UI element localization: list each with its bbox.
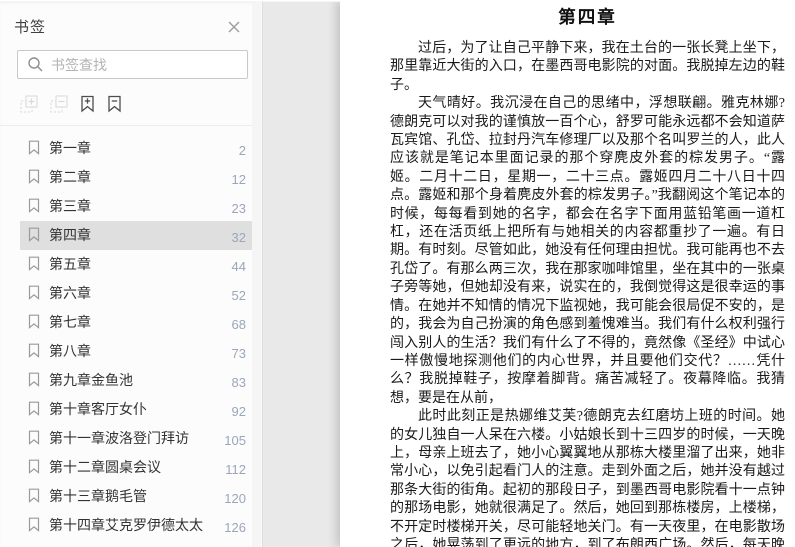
bookmark-page-number: 2 [238,143,246,158]
bookmark-label: 第十章客厅女仆 [49,401,147,417]
bookmark-label: 第一章 [49,140,91,156]
bookmark-list-item[interactable]: 第十章客厅女仆 92 [20,395,252,424]
bookmark-icon [28,227,40,247]
sidebar-header: 书签 [0,0,262,37]
bookmark-page-number: 12 [231,172,246,187]
bookmark-icon [28,430,40,450]
bookmark-icon [28,198,40,218]
bookmark-list-item[interactable]: 第四章 32 [20,221,252,250]
bookmark-label: 第七章 [49,314,91,330]
chapter-body: 过后，为了让自己平静下来，我在土台的一张长凳上坐下，那里靠近大街的入口，在墨西哥… [390,40,785,547]
bookmark-icon [28,285,40,305]
bookmark-search-input[interactable] [51,56,238,73]
sidebar-title: 书签 [14,19,47,36]
bookmark-list-item[interactable]: 第二章 12 [20,163,252,192]
bookmark-search-box[interactable] [17,50,248,79]
bookmark-icon [28,314,40,334]
bookmarks-sidebar: 书签 书签查找 第一章 2 第二章 12 第三章 23 第四章 32 第五章 4… [0,0,263,547]
close-icon[interactable] [226,19,242,35]
bookmark-list-item[interactable]: 第十二章圆桌会议 112 [20,453,252,482]
collapse-all-icon[interactable] [50,95,68,113]
bookmark-icon [28,256,40,276]
bookmark-page-number: 23 [231,201,246,216]
bookmark-list-item[interactable]: 第十三章鹅毛管 120 [20,482,252,511]
bookmark-page-number: 105 [224,433,246,448]
bookmark-list-item[interactable]: 第六章 52 [20,279,252,308]
bookmark-icon [28,517,40,537]
sidebar-scrollbar-track [252,0,261,547]
bookmark-page-number: 120 [224,491,246,506]
bookmark-label: 第三章 [49,198,91,214]
bookmark-icon [28,372,40,392]
bookmark-list-item[interactable]: 第八章 73 [20,337,252,366]
add-bookmark-icon[interactable] [80,95,95,113]
toolbar-bottom-edge [0,0,341,2]
search-icon [28,57,43,72]
bookmark-page-number: 83 [231,375,246,390]
bookmark-list-item[interactable]: 第十一章波洛登门拜访 105 [20,424,252,453]
bookmark-toolbar [20,92,262,116]
chapter-title: 第四章 [558,7,617,27]
bookmark-label: 第五章 [49,256,91,272]
bookmark-label: 第十一章波洛登门拜访 [49,430,189,446]
bookmark-label: 第十二章圆桌会议 [49,459,161,475]
bookmark-list-item[interactable]: 第一章 2 [20,134,252,163]
bookmark-list-item[interactable]: 第三章 23 [20,192,252,221]
bookmark-icon [28,169,40,189]
bookmark-page-number: 44 [231,259,246,274]
bookmark-label: 第八章 [49,343,91,359]
bookmark-page-number: 68 [231,317,246,332]
bookmark-icon [28,343,40,363]
bookmark-label: 第六章 [49,285,91,301]
bookmark-label: 第四章 [49,227,91,243]
bookmark-page-number: 112 [225,462,246,477]
bookmark-page-number: 92 [231,404,246,419]
document-gutter [264,0,340,547]
bookmark-list-item[interactable]: 第七章 68 [20,308,252,337]
bookmark-page-number: 126 [224,520,246,535]
bookmark-page-number: 73 [231,346,246,361]
bookmark-icon [28,459,40,479]
bookmark-page-number: 52 [231,288,246,303]
expand-all-icon[interactable] [20,95,38,113]
bookmark-list-item[interactable]: 第五章 44 [20,250,252,279]
bookmark-label: 第十三章鹅毛管 [49,488,147,504]
bookmark-page-number: 32 [231,230,246,245]
bookmark-list-item[interactable]: 第九章金鱼池 83 [20,366,252,395]
bookmark-icon [28,140,40,160]
bookmark-label: 第二章 [49,169,91,185]
bookmark-label: 第九章金鱼池 [49,372,133,388]
bookmark-icon [28,488,40,508]
bookmark-icon [28,401,40,421]
bookmark-label: 第十四章艾克罗伊德太太 [49,517,203,533]
paragraph: 天气晴好。我沉浸在自己的思绪中，浮想联翩。雅克林娜?德朗克可以对我的谨慎放一百个… [390,96,785,406]
remove-bookmark-icon[interactable] [107,95,122,113]
paragraph: 此时此刻正是热娜维艾芙?德朗克去红磨坊上班的时间。她的女儿独自一人呆在六楼。小姑… [390,409,785,547]
bookmark-list: 第一章 2 第二章 12 第三章 23 第四章 32 第五章 44 第六章 52… [0,126,262,540]
document-page: 第四章 过后，为了让自己平静下来，我在土台的一张长凳上坐下，那里靠近大街的入口，… [340,0,795,547]
bookmark-list-item[interactable]: 第十四章艾克罗伊德太太 126 [20,511,252,540]
paragraph: 过后，为了让自己平静下来，我在土台的一张长凳上坐下，那里靠近大街的入口，在墨西哥… [390,41,785,93]
